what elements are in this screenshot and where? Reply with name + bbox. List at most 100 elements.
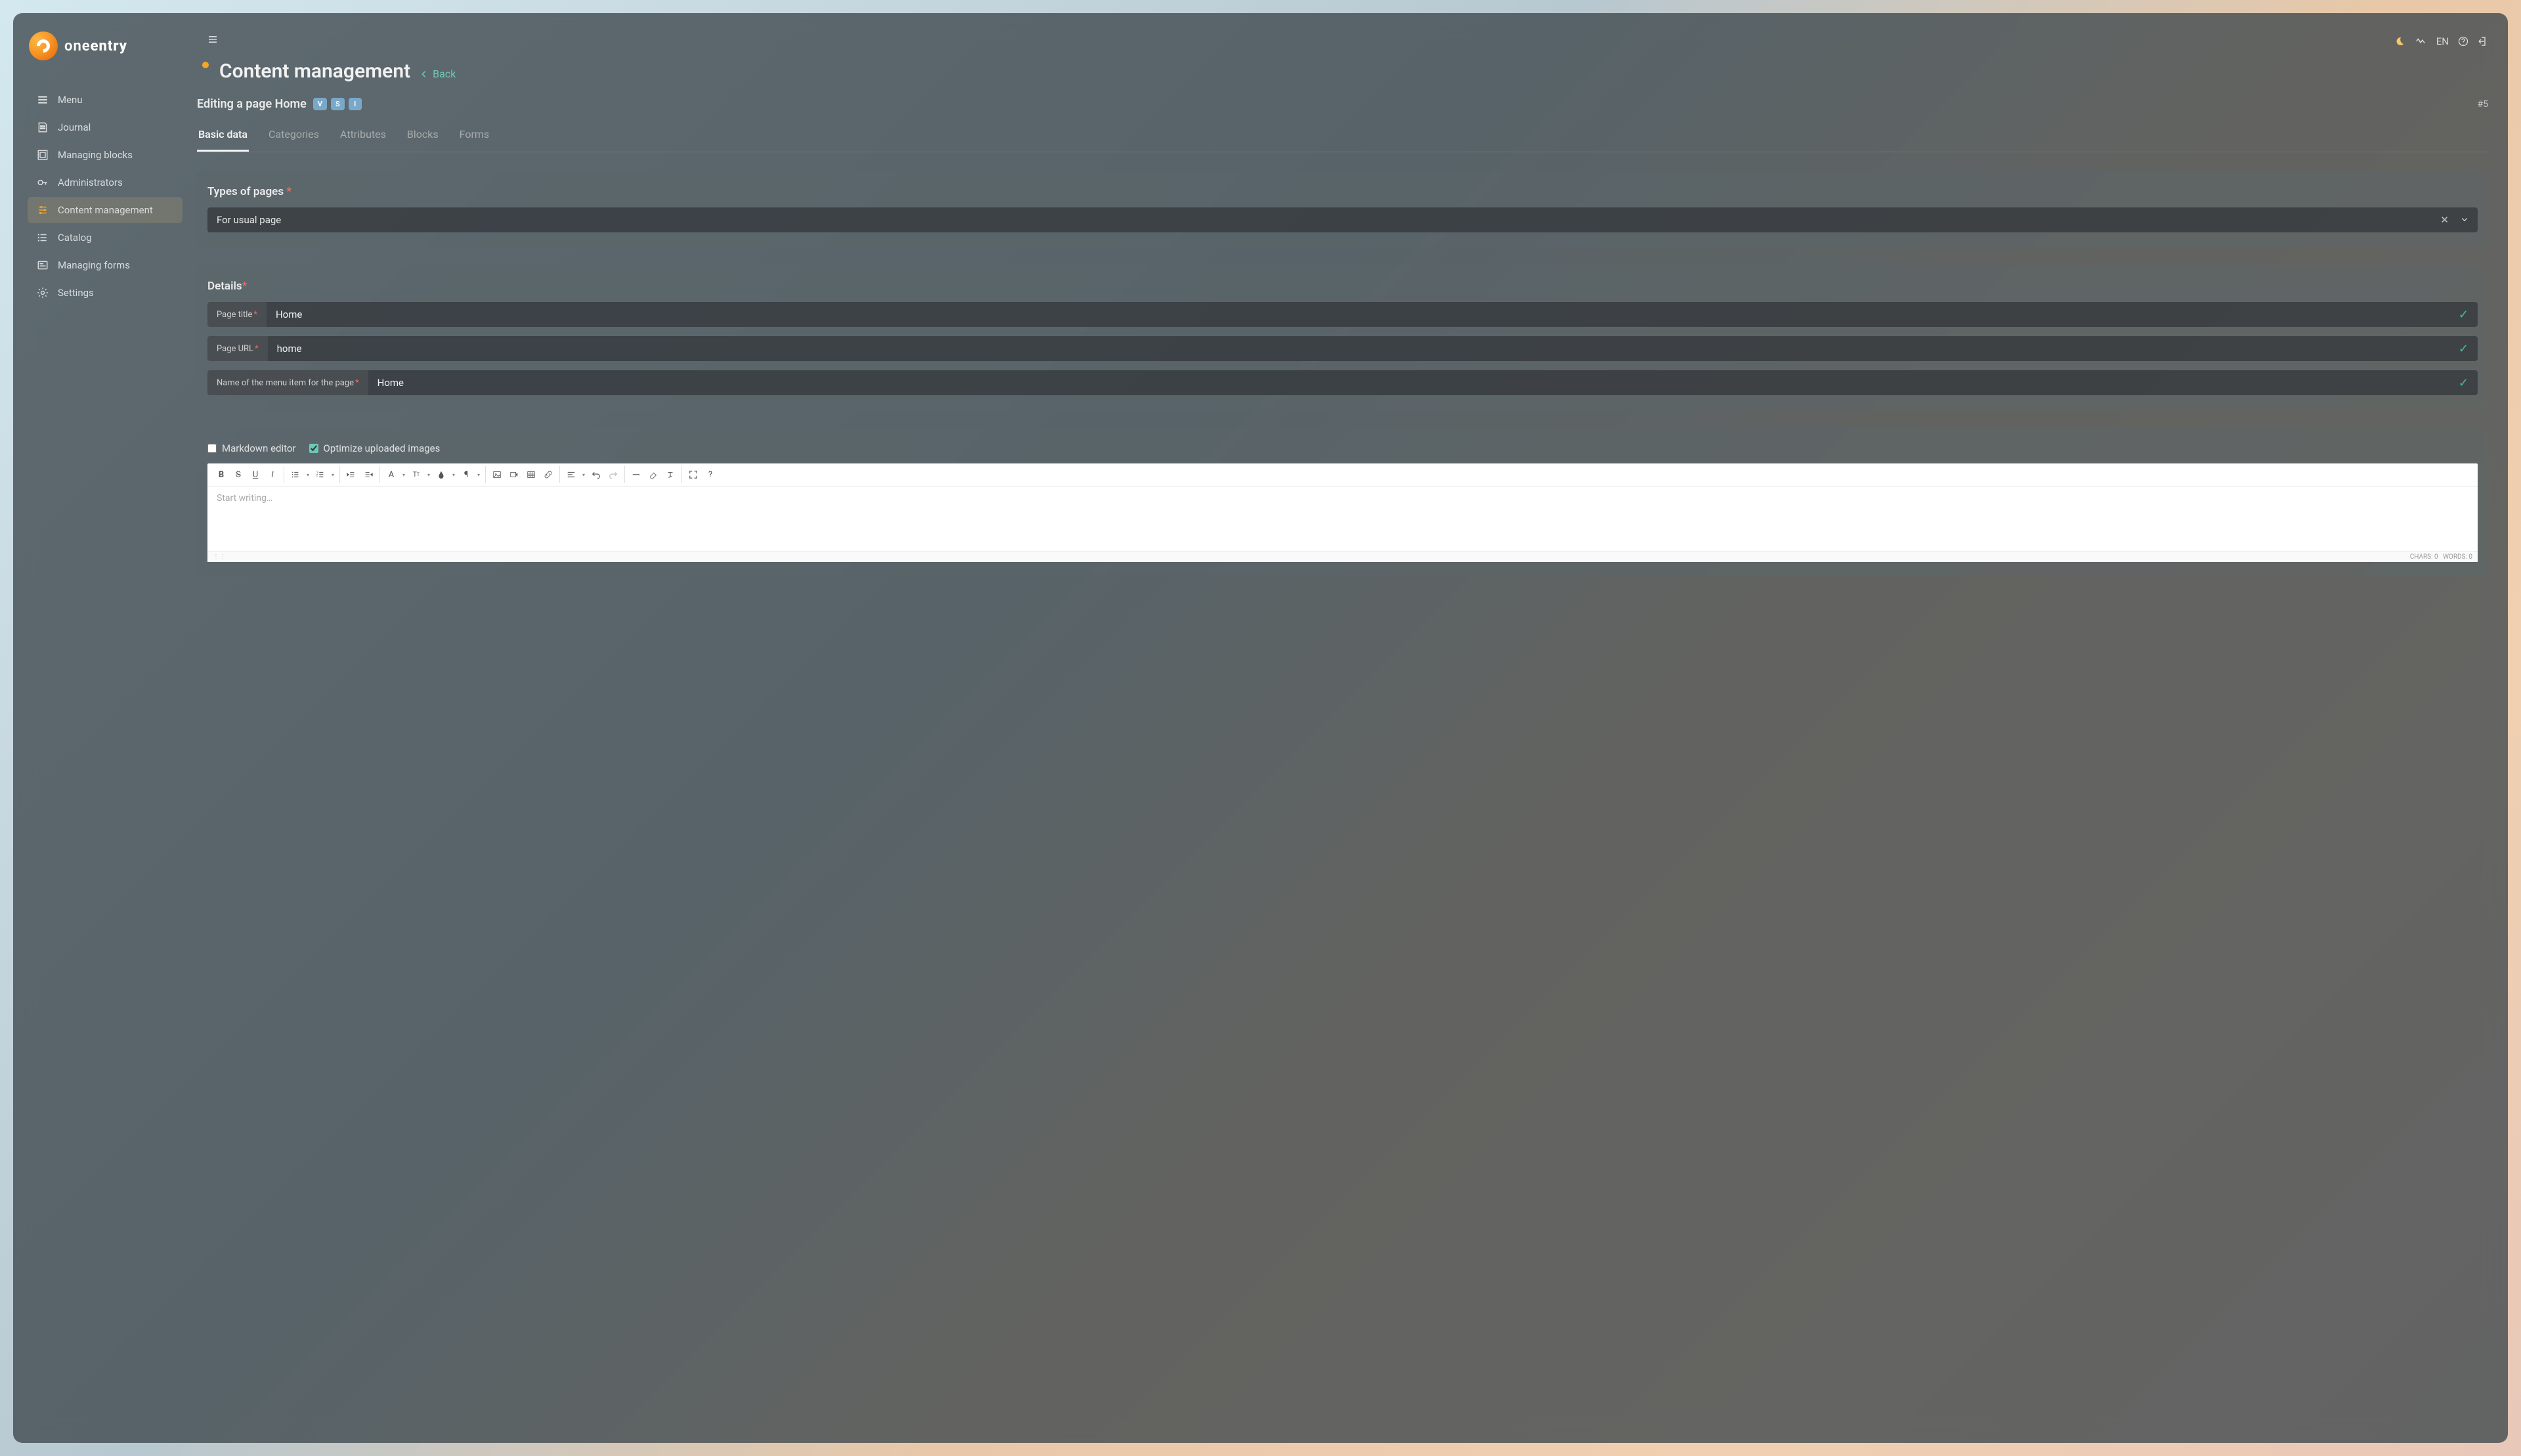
app-window: oneentry Menu Journal Managing blocks (13, 13, 2508, 1443)
back-link[interactable]: Back (420, 68, 456, 80)
outdent-icon[interactable] (343, 466, 360, 483)
tab-forms[interactable]: Forms (458, 120, 491, 152)
sidebar-item-menu[interactable]: Menu (28, 87, 183, 113)
check-icon: ✓ (2449, 302, 2478, 327)
redo-icon[interactable] (605, 466, 622, 483)
subheader: Editing a page Home V S I #5 (197, 83, 2508, 111)
sidebar-item-journal[interactable]: Journal (28, 114, 183, 140)
sidebar-item-content-management[interactable]: Content management (28, 197, 183, 223)
status-dot-icon (202, 62, 209, 68)
caret-icon[interactable]: ▾ (425, 466, 433, 483)
rich-text-editor: B S U I ▾ 12 ▾ (207, 463, 2478, 562)
journal-icon (37, 121, 49, 133)
badge-v[interactable]: V (313, 98, 327, 110)
logo: oneentry (13, 32, 197, 87)
caret-icon[interactable]: ▾ (580, 466, 588, 483)
bullet-list-icon[interactable] (287, 466, 304, 483)
menu-name-input[interactable] (368, 370, 2449, 395)
clear-icon[interactable]: ✕ (2440, 214, 2449, 226)
hr-icon[interactable] (628, 466, 645, 483)
eraser-icon[interactable] (645, 466, 662, 483)
check-icon: ✓ (2449, 336, 2478, 361)
strike-icon[interactable]: S (230, 466, 247, 483)
sidebar-item-managing-blocks[interactable]: Managing blocks (28, 142, 183, 168)
sidebar-item-managing-forms[interactable]: Managing forms (28, 252, 183, 278)
types-label: Types of pages * (207, 185, 2478, 198)
sidebar-item-settings[interactable]: Settings (28, 280, 183, 306)
link-icon[interactable] (540, 466, 557, 483)
image-icon[interactable] (488, 466, 506, 483)
word-count: WORDS: 0 (2443, 553, 2472, 561)
types-panel: Types of pages * For usual page ✕ (197, 171, 2488, 247)
page-url-label: Page URL* (207, 336, 268, 361)
badge-s[interactable]: S (331, 98, 345, 110)
markdown-checkbox[interactable]: Markdown editor (207, 442, 296, 454)
form-icon (37, 259, 49, 271)
sidebar-item-label: Content management (58, 204, 153, 216)
caret-icon[interactable]: ▾ (304, 466, 312, 483)
logo-mark-icon (29, 32, 58, 60)
italic-icon[interactable]: I (264, 466, 281, 483)
page-header: Content management Back (197, 51, 2508, 83)
caret-icon[interactable]: ▾ (400, 466, 408, 483)
tab-basic-data[interactable]: Basic data (197, 120, 249, 152)
align-icon[interactable] (563, 466, 580, 483)
list-icon (37, 232, 49, 244)
paragraph-icon[interactable]: ¶ (458, 466, 475, 483)
resize-handle-icon[interactable]: ⋮⋮ (213, 553, 226, 561)
field-page-url: Page URL* ✓ (207, 336, 2478, 361)
caret-icon[interactable]: ▾ (475, 466, 483, 483)
hamburger-icon[interactable] (202, 32, 223, 51)
tab-attributes[interactable]: Attributes (339, 120, 387, 152)
bold-icon[interactable]: B (213, 466, 230, 483)
ordered-list-icon[interactable]: 12 (312, 466, 329, 483)
back-label: Back (433, 68, 456, 80)
help-icon[interactable] (2458, 36, 2468, 47)
table-icon[interactable] (523, 466, 540, 483)
nav: Menu Journal Managing blocks Administrat… (13, 87, 197, 306)
sidebar-item-label: Catalog (58, 232, 92, 244)
font-size-icon[interactable]: TT (408, 466, 425, 483)
editor-textarea[interactable]: Start writing… (207, 486, 2478, 551)
page-type-value: For usual page (217, 214, 281, 226)
page-title-label: Page title* (207, 302, 267, 327)
caret-icon[interactable]: ▾ (450, 466, 458, 483)
key-icon (37, 177, 49, 188)
text-color-icon[interactable] (433, 466, 450, 483)
indent-icon[interactable] (360, 466, 377, 483)
page-url-input[interactable] (268, 336, 2449, 361)
lang-switch[interactable]: EN (2436, 35, 2449, 47)
optimize-checkbox[interactable]: Optimize uploaded images (309, 442, 441, 454)
check-icon: ✓ (2449, 370, 2478, 395)
badge-i[interactable]: I (349, 98, 362, 110)
underline-icon[interactable]: U (247, 466, 264, 483)
main: EN Content management Back Editing a pag… (197, 13, 2508, 1443)
tabs: Basic data Categories Attributes Blocks … (197, 120, 2488, 152)
editing-title: Editing a page Home (197, 97, 307, 111)
logout-icon[interactable] (2478, 36, 2488, 47)
undo-icon[interactable] (588, 466, 605, 483)
sidebar-item-label: Administrators (58, 177, 123, 188)
font-icon[interactable]: A (383, 466, 400, 483)
tab-blocks[interactable]: Blocks (406, 120, 440, 152)
sidebar-item-label: Journal (58, 121, 91, 133)
integrations-icon[interactable] (2414, 37, 2427, 46)
tab-categories[interactable]: Categories (267, 120, 320, 152)
help-icon[interactable]: ? (702, 466, 719, 483)
chevron-down-icon[interactable] (2461, 214, 2468, 226)
editor-toolbar: B S U I ▾ 12 ▾ (207, 463, 2478, 486)
page-type-select[interactable]: For usual page ✕ (207, 207, 2478, 232)
video-icon[interactable] (506, 466, 523, 483)
fullscreen-icon[interactable] (685, 466, 702, 483)
caret-icon[interactable]: ▾ (329, 466, 337, 483)
clear-format-icon[interactable] (662, 466, 679, 483)
theme-toggle-icon[interactable] (2394, 36, 2405, 47)
field-page-title: Page title* ✓ (207, 302, 2478, 327)
sidebar-item-catalog[interactable]: Catalog (28, 225, 183, 251)
sidebar: oneentry Menu Journal Managing blocks (13, 13, 197, 1443)
topbar: EN (197, 13, 2508, 51)
field-menu-name: Name of the menu item for the page* ✓ (207, 370, 2478, 395)
page-title-input[interactable] (267, 302, 2449, 327)
sidebar-item-administrators[interactable]: Administrators (28, 169, 183, 196)
page-title: Content management (219, 60, 410, 83)
